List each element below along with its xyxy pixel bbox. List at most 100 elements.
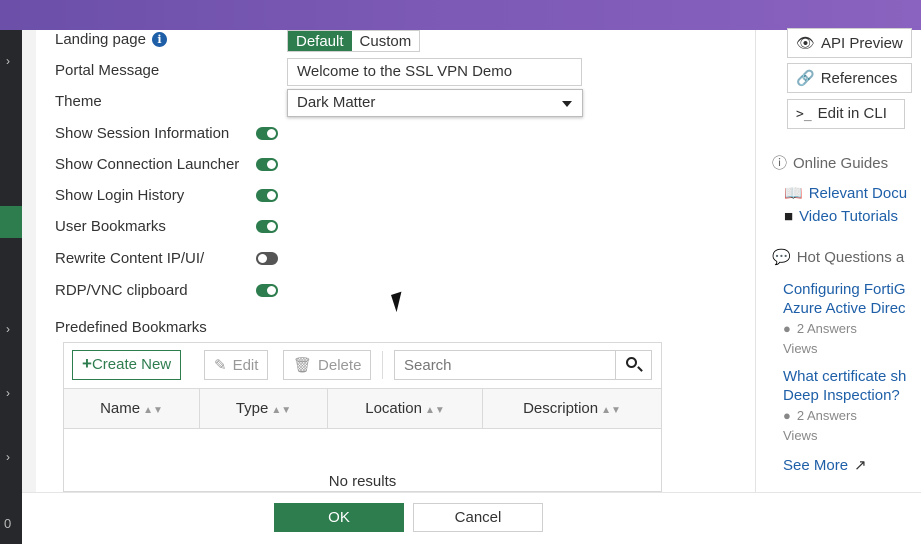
question-1-answers: ● 2 Answers <box>783 321 857 336</box>
online-guides-label: Online Guides <box>793 155 889 172</box>
landing-page-label: Landing page i <box>55 31 167 48</box>
sort-icon: ▲▼ <box>271 405 292 416</box>
search-placeholder: Search <box>404 357 452 374</box>
question-2-views: Views <box>783 428 818 443</box>
eye-icon: 👁 <box>796 35 816 52</box>
search-input[interactable]: Search <box>394 350 652 380</box>
question-1-views: Views <box>783 341 818 356</box>
portal-message-label: Portal Message <box>55 62 160 79</box>
ok-button[interactable]: OK <box>274 503 404 532</box>
edit-button[interactable]: ✎ Edit <box>204 350 269 380</box>
column-name-label: Name <box>100 400 141 417</box>
portal-message-input[interactable]: Welcome to the SSL VPN Demo <box>287 58 582 86</box>
nav-arrow-icon[interactable]: › <box>6 322 10 336</box>
trash-icon: 🗑 <box>293 357 313 374</box>
nav-mark-icon[interactable]: › <box>6 54 10 68</box>
nav-badge: 0 <box>4 516 12 531</box>
create-new-button[interactable]: +Create New <box>72 350 182 380</box>
question-2-answers: ● 2 Answers <box>783 408 857 423</box>
relevant-docs-label: Relevant Docu <box>808 185 908 202</box>
delete-label: Delete <box>318 357 362 374</box>
question-1-answers-label: 2 Answers <box>796 321 857 336</box>
see-more-label: See More <box>783 457 849 474</box>
terminal-icon: >_ <box>796 107 812 122</box>
theme-select[interactable]: Dark Matter <box>287 89 583 117</box>
info-icon[interactable]: i <box>151 32 167 47</box>
search-button[interactable] <box>615 351 651 379</box>
toggle-show-launcher[interactable] <box>256 158 278 171</box>
sort-icon: ▲▼ <box>424 405 445 416</box>
search-icon <box>626 357 637 368</box>
top-banner <box>0 0 921 30</box>
api-preview-label: API Preview <box>821 35 903 52</box>
theme-label: Theme <box>55 93 102 110</box>
nav-arrow-icon[interactable]: › <box>6 386 10 400</box>
delete-button[interactable]: 🗑 Delete <box>283 350 372 380</box>
landing-page-label-text: Landing page <box>55 31 146 48</box>
edit-cli-label: Edit in CLI <box>817 105 887 122</box>
sort-icon: ▲▼ <box>601 405 621 416</box>
link-icon: 🔗 <box>796 70 815 87</box>
api-preview-button[interactable]: 👁 API Preview <box>787 28 912 58</box>
references-label: References <box>820 70 898 87</box>
question-link-1[interactable]: Configuring FortiG <box>783 281 906 298</box>
table-header: Name ▲▼ Type ▲▼ Location ▲▼ Description ▲▼ <box>64 388 661 429</box>
toggle-label-launcher: Show Connection Launcher <box>55 156 240 173</box>
question-link-1-cont[interactable]: Azure Active Direc <box>783 300 906 317</box>
references-button[interactable]: 🔗 References <box>787 63 912 93</box>
theme-select-value: Dark Matter <box>297 94 376 111</box>
hot-questions-label: Hot Questions a <box>796 249 905 266</box>
landing-default-option[interactable]: Default <box>288 31 352 51</box>
edit-in-cli-button[interactable]: >_ Edit in CLI <box>787 99 905 129</box>
toggle-label-rdp: RDP/VNC clipboard <box>55 282 188 299</box>
column-name[interactable]: Name ▲▼ <box>64 389 200 428</box>
bookmarks-toolbar: +Create New ✎ Edit 🗑 Delete Search <box>64 343 661 388</box>
plus-icon: + <box>82 354 92 373</box>
comment-icon: ● <box>783 408 791 423</box>
column-description-label: Description <box>523 400 599 417</box>
toggle-user-bookmarks[interactable] <box>256 220 278 233</box>
column-location[interactable]: Location ▲▼ <box>328 389 483 428</box>
toggle-label-login-history: Show Login History <box>55 187 185 204</box>
cancel-button[interactable]: Cancel <box>413 503 543 532</box>
empty-state: No results <box>328 473 397 490</box>
edit-label: Edit <box>232 357 259 374</box>
left-nav-strip: › › › › 0 <box>0 30 22 544</box>
column-type-label: Type <box>235 400 269 417</box>
hot-questions-heading: 💬 Hot Questions a <box>772 248 904 266</box>
toggle-label-rewrite: Rewrite Content IP/UI/ <box>55 250 205 267</box>
question-2-answers-label: 2 Answers <box>796 408 857 423</box>
toggle-label-bookmarks: User Bookmarks <box>55 218 166 235</box>
relevant-docs-link[interactable]: 📖 Relevant Docu <box>784 184 907 202</box>
book-icon: 📖 <box>784 185 803 202</box>
toggle-label-session: Show Session Information <box>55 125 230 142</box>
online-guides-heading: ⓘ Online Guides <box>772 152 888 173</box>
question-circle-icon: ⓘ <box>772 155 788 172</box>
landing-custom-option[interactable]: Custom <box>351 31 420 51</box>
bookmarks-table: +Create New ✎ Edit 🗑 Delete Search Name ▲▼ … <box>63 342 662 492</box>
pencil-icon: ✎ <box>214 357 227 374</box>
column-type[interactable]: Type ▲▼ <box>200 389 328 428</box>
create-new-label: Create New <box>91 356 172 373</box>
nav-active-item[interactable] <box>0 206 22 238</box>
column-location-label: Location <box>365 400 422 417</box>
comment-icon: ● <box>783 321 791 336</box>
see-more-link[interactable]: See More ↗ <box>783 456 867 474</box>
question-link-2-cont[interactable]: Deep Inspection? <box>783 387 900 404</box>
toggle-rewrite-content[interactable] <box>256 252 278 265</box>
toggle-rdp-clipboard[interactable] <box>256 284 278 297</box>
bookmarks-title: Predefined Bookmarks <box>55 319 207 336</box>
video-tutorials-link[interactable]: ■ Video Tutorials <box>784 208 898 225</box>
column-description[interactable]: Description ▲▼ <box>483 389 661 428</box>
sort-icon: ▲▼ <box>143 405 163 416</box>
nav-arrow-icon[interactable]: › <box>6 450 10 464</box>
toggle-login-history[interactable] <box>256 189 278 202</box>
toolbar-divider <box>382 351 383 379</box>
landing-page-toggle[interactable]: Default Custom <box>287 30 421 52</box>
video-tutorials-label: Video Tutorials <box>799 208 899 225</box>
toggle-show-session[interactable] <box>256 127 278 140</box>
video-icon: ■ <box>784 208 794 225</box>
search-icon-handle <box>637 366 643 372</box>
question-link-2[interactable]: What certificate sh <box>783 368 906 385</box>
chevron-down-icon <box>562 101 572 107</box>
